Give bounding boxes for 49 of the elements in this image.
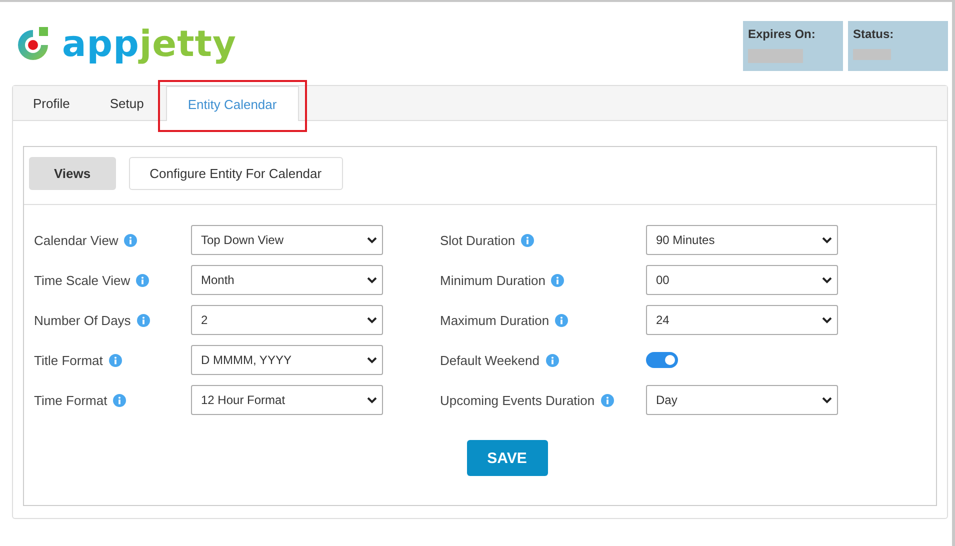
chevron-icon — [822, 236, 832, 244]
dropdown[interactable]: 90 Minutes — [646, 225, 838, 255]
subtab-button[interactable]: Views — [29, 157, 116, 190]
info-icon[interactable] — [113, 394, 126, 406]
tab[interactable]: Setup — [90, 86, 164, 121]
field-label: Slot Duration — [440, 232, 516, 248]
field-label: Title Format — [34, 352, 103, 368]
chevron-icon — [367, 316, 377, 324]
toggle-switch[interactable] — [646, 352, 678, 368]
info-icon[interactable] — [108, 354, 122, 366]
dropdown[interactable]: 24 — [646, 305, 838, 335]
info-icon[interactable] — [136, 314, 150, 326]
chevron-icon — [367, 276, 377, 284]
dropdown[interactable]: 2 — [191, 305, 383, 335]
tab[interactable]: Profile — [13, 86, 90, 121]
field-label: Calendar View — [34, 232, 118, 248]
card-label: Status: — [853, 27, 895, 41]
info-icon[interactable] — [546, 354, 558, 366]
info-icon[interactable] — [555, 314, 568, 326]
chevron-icon — [822, 316, 832, 324]
dropdown[interactable]: D MMMM, YYYY — [191, 345, 383, 375]
info-icon[interactable] — [136, 274, 150, 286]
chevron-icon — [822, 396, 832, 404]
info-icon[interactable] — [124, 234, 138, 246]
subtab-button[interactable]: Configure Entity For Calendar — [128, 157, 343, 190]
card-label: Expires On: — [748, 27, 816, 41]
field-label: Default Weekend — [440, 352, 540, 368]
info-icon[interactable] — [521, 234, 534, 246]
dropdown[interactable]: Top Down View — [191, 225, 383, 255]
chevron-icon — [367, 356, 377, 364]
chevron-icon — [367, 236, 377, 244]
field-label: Maximum Duration — [440, 312, 550, 328]
field-label: Minimum Duration — [440, 272, 546, 288]
dropdown[interactable]: Day — [646, 385, 838, 415]
redacted-bar — [853, 49, 891, 60]
logo-text: appjetty — [62, 27, 236, 63]
dropdown[interactable]: 00 — [646, 265, 838, 295]
field-label: Time Format — [34, 392, 108, 408]
save-button[interactable]: SAVE — [466, 440, 548, 476]
dropdown[interactable]: Month — [191, 265, 383, 295]
redacted-bar — [748, 49, 803, 63]
field-label: Number Of Days — [34, 312, 131, 328]
chevron-icon — [822, 276, 832, 284]
dropdown[interactable]: 12 Hour Format — [191, 385, 383, 415]
info-icon[interactable] — [551, 274, 564, 286]
field-label: Time Scale View — [34, 272, 130, 288]
field-label: Upcoming Events Duration — [440, 392, 595, 408]
chevron-icon — [367, 396, 377, 404]
info-icon[interactable] — [600, 394, 614, 406]
